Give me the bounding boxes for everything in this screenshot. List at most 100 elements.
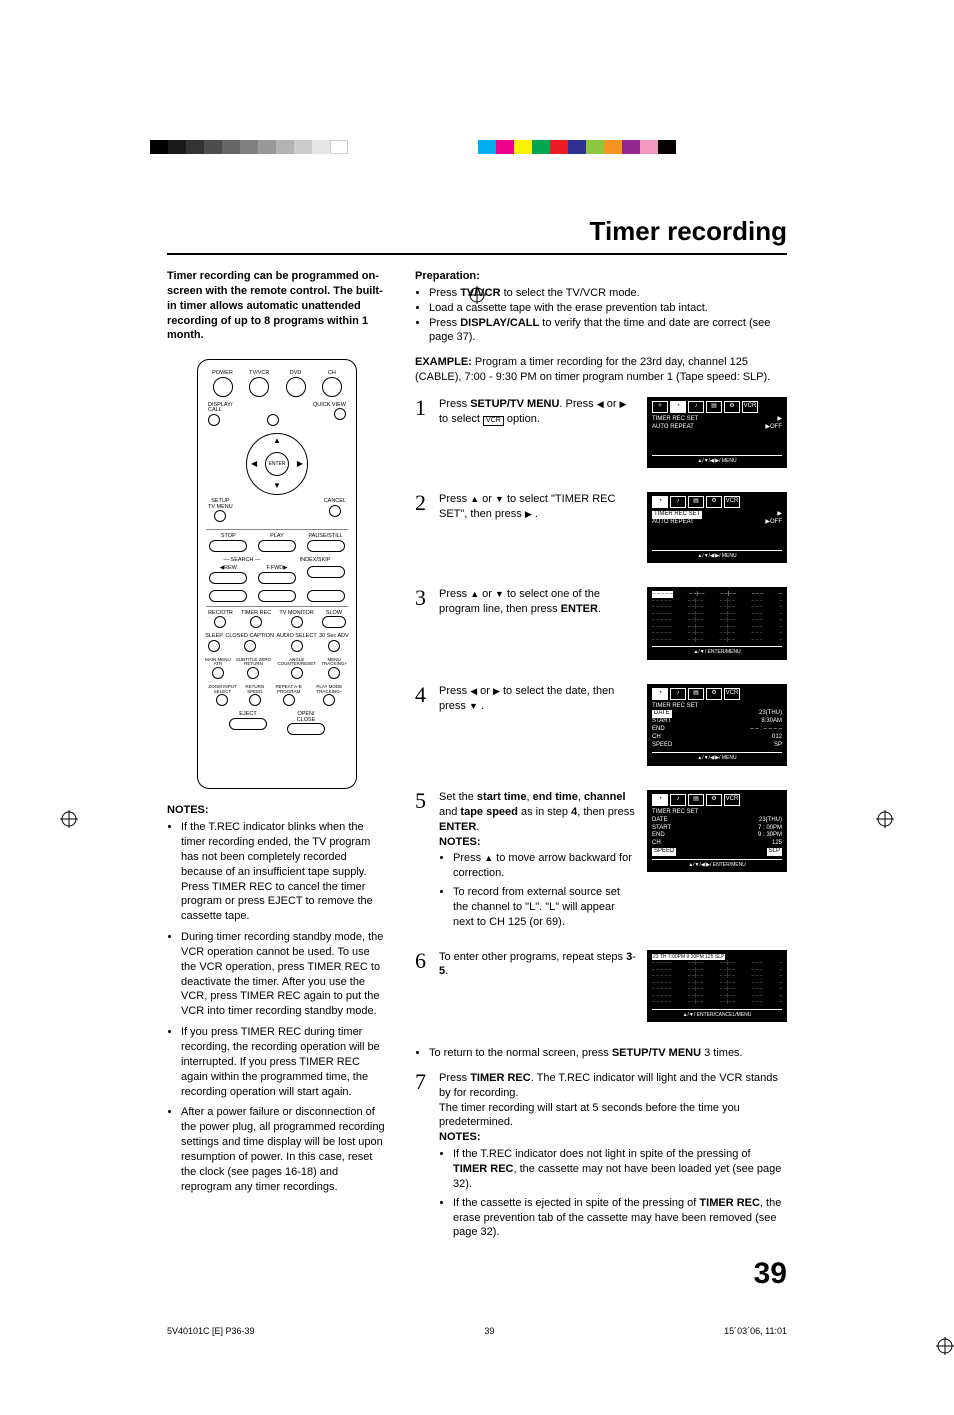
left-note-2: During timer recording standby mode, the… <box>181 930 387 1019</box>
openclose-icon <box>287 723 325 735</box>
screen-menu-1: ✧ ◔ ♪ ▤ ⚙ VCR TIMER REC SET▶ AUTO REPEAT… <box>647 397 787 468</box>
return-label: RETURN SPEED <box>241 685 269 694</box>
skipfwd-icon2 <box>258 590 296 602</box>
slow-icon <box>322 616 346 628</box>
ffwd-icon <box>258 572 296 584</box>
pause-icon <box>307 540 345 552</box>
cancel-icon <box>329 505 341 517</box>
left-note-3: If you press TIMER REC during timer reco… <box>181 1025 387 1099</box>
ch-button-icon <box>322 377 342 397</box>
skipfwd-icon3 <box>307 590 345 602</box>
prep-item-1: Press TV/VCR to select the TV/VCR mode. <box>429 286 787 301</box>
left-note-4: After a power failure or disconnection o… <box>181 1105 387 1194</box>
footer-right: 15´03´06, 11:01 <box>724 1325 787 1337</box>
intro-text: Timer recording can be programmed on-scr… <box>167 269 387 343</box>
play-icon <box>258 540 296 552</box>
down-arrow-icon <box>495 493 504 505</box>
right-arrow-icon-4 <box>493 685 500 697</box>
ch-label: CH <box>322 371 342 377</box>
skipback-icon <box>209 590 247 602</box>
ffwd-label: F.FWD▶ <box>258 566 296 572</box>
step-6-text: To enter other programs, repeat steps 3-… <box>439 950 637 980</box>
nav-up-icon: ▲ <box>273 436 281 447</box>
step-1-text: Press SETUP/TV MENU. Press or to select … <box>439 397 637 427</box>
subtitle-label: SUBTITLE ZERO RETURN <box>232 658 275 667</box>
up-arrow-icon <box>470 493 479 505</box>
step-4-text: Press or to select the date, then press … <box>439 684 637 714</box>
pause-label: PAUSE/STILL <box>307 534 345 540</box>
menu-icon-set: ⚙ <box>724 401 740 413</box>
power-label: POWER <box>212 371 233 377</box>
30sec-icon <box>328 640 340 652</box>
scr2-icon-list: ▤ <box>688 496 704 508</box>
nav-ring-icon: ▲ ▼ ◀ ▶ ENTER <box>246 433 308 495</box>
step5-notes-hd: NOTES: <box>439 836 481 848</box>
openclose-label: OPEN/ CLOSE <box>287 712 325 723</box>
d2-icon-list: ▤ <box>688 794 704 806</box>
play-label: PLAY <box>258 534 296 540</box>
print-footer: 5V40101C [E] P36-39 39 15´03´06, 11:01 <box>167 1325 787 1337</box>
nav-down-icon: ▼ <box>273 481 281 492</box>
down-arrow-icon-4 <box>469 700 478 712</box>
dvd-label: DVD <box>286 371 306 377</box>
screen-table-filled: 23 TH 7:00PM 9:30PM 125 SLP – – – – –– –… <box>647 950 787 1023</box>
page-title: Timer recording <box>167 214 787 255</box>
mainmenu-label: MAIN MENU ATR <box>204 658 232 667</box>
d1-icon-sound: ♪ <box>670 688 686 700</box>
d2-icon-sound: ♪ <box>670 794 686 806</box>
prep-item-3: Press DISPLAY/CALL to verify that the ti… <box>429 316 787 346</box>
display-call-label: DISPLAY/ CALL <box>208 403 232 414</box>
d2-icon-set: ⚙ <box>706 794 722 806</box>
scr2-icon-clock: ◔ <box>652 496 668 508</box>
zoom-icon <box>216 694 228 706</box>
setup-icon <box>214 510 226 522</box>
left-arrow-icon <box>597 398 604 410</box>
rew-icon <box>209 572 247 584</box>
return-icon <box>249 694 261 706</box>
cancel-label: CANCEL <box>324 499 346 505</box>
screen-menu-2: ◔ ♪ ▤ ⚙ VCR TIMER REC SET▶ AUTO REPEAT▶O… <box>647 492 787 563</box>
left-arrow-icon-4 <box>470 685 477 697</box>
step-3-num: 3 <box>415 587 431 668</box>
power-button-icon <box>213 377 233 397</box>
example-label: EXAMPLE: <box>415 356 472 368</box>
scr2-icon-sound: ♪ <box>670 496 686 508</box>
d1-icon-clock: ◔ <box>652 688 668 700</box>
registration-mark-right <box>876 810 894 828</box>
menu-label: MENU TRACKING+ <box>318 658 350 667</box>
step-7-text: Press TIMER REC. The T.REC indicator wil… <box>439 1071 787 1244</box>
prep-heading: Preparation: <box>415 270 480 282</box>
subtitle-icon <box>247 667 259 679</box>
menu-icon-nav: ✧ <box>652 401 668 413</box>
menu-icon-sound: ♪ <box>688 401 704 413</box>
playmode-label: PLAY MODE TRACKING– <box>308 685 350 694</box>
up-arrow-icon-5 <box>484 852 493 864</box>
d2-icon-clock: ◔ <box>652 794 668 806</box>
footer-left: 5V40101C [E] P36-39 <box>167 1325 255 1337</box>
step-1-num: 1 <box>415 397 431 476</box>
skip-icon <box>307 566 345 578</box>
d2-icon-vcr: VCR <box>724 794 740 806</box>
angle-label: ANGLE COUNTER/RESET <box>275 658 318 667</box>
nav-left-icon: ◀ <box>251 459 257 470</box>
cc-icon <box>244 640 256 652</box>
audiosel-icon <box>291 640 303 652</box>
notes-heading-left: NOTES: <box>167 803 387 818</box>
screen-table-empty: – – – – –– –|– –– –|– –– – –– – – – – ––… <box>647 587 787 660</box>
search-label: — SEARCH — <box>224 558 261 564</box>
example-block: EXAMPLE: Program a timer recording for t… <box>415 355 787 385</box>
d1-icon-set: ⚙ <box>706 688 722 700</box>
nav-right-icon: ▶ <box>297 459 303 470</box>
tvvcr-button-icon <box>249 377 269 397</box>
left-note-1: If the T.REC indicator blinks when the t… <box>181 820 387 924</box>
up-arrow-icon-3 <box>470 588 479 600</box>
prep-item-2: Load a cassette tape with the erase prev… <box>429 301 787 316</box>
page-number: 39 <box>415 1254 787 1295</box>
recotr-icon <box>214 616 226 628</box>
menu-icon-vcr: VCR <box>742 401 758 413</box>
step5-note-2: To record from external source set the c… <box>453 885 637 930</box>
repeat-icon <box>283 694 295 706</box>
setup-label: SETUP TV MENU <box>208 499 233 510</box>
menu-icon-clock: ◔ <box>670 401 686 413</box>
playmode-icon <box>323 694 335 706</box>
